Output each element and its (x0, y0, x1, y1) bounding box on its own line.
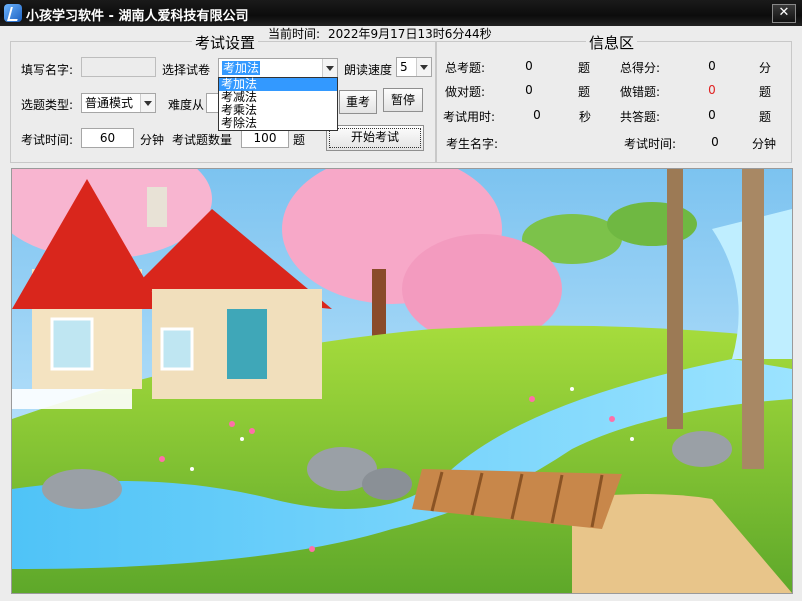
window-title: 小孩学习软件 - 湖南人爱科技有限公司 (26, 9, 249, 24)
total-questions-unit: 题 (578, 61, 591, 75)
question-count-input[interactable]: 100 (241, 128, 289, 148)
close-button[interactable]: ✕ (772, 4, 796, 23)
question-type-label: 选题类型: (21, 98, 74, 112)
info-exam-time-label: 考试时间: (624, 137, 677, 151)
current-time-value: 2022年9月17日13时6分44秒 (328, 27, 492, 41)
pause-button[interactable]: 暂停 (383, 88, 423, 112)
question-type-select[interactable]: 普通模式 (81, 93, 156, 113)
total-score-unit: 分 (759, 61, 772, 75)
difficulty-label: 难度从 (168, 98, 205, 112)
title-bar: 小孩学习软件 - 湖南人爱科技有限公司 ✕ (0, 0, 802, 26)
scenery-image (12, 169, 792, 593)
answered-unit: 题 (759, 110, 772, 124)
app-icon (4, 4, 22, 22)
question-count-label: 考试题数量 (172, 133, 233, 147)
exam-select-label: 选择试卷 (162, 63, 211, 77)
exam-select-value: 考加法 (222, 61, 261, 75)
wrong-unit: 题 (759, 85, 772, 99)
read-speed-label: 朗读速度 (344, 63, 393, 77)
question-type-value: 普通模式 (85, 96, 134, 110)
start-exam-button[interactable]: 开始考试 (326, 125, 424, 151)
total-questions-label: 总考题: (445, 61, 486, 75)
answered-value: 0 (708, 108, 716, 122)
time-used-label: 考试用时: (443, 110, 496, 124)
chevron-down-icon[interactable] (140, 94, 155, 112)
exam-option[interactable]: 考除法 (219, 117, 337, 130)
exam-time-input[interactable]: 60 (81, 128, 134, 148)
chevron-down-icon[interactable] (416, 58, 431, 76)
info-title: 信息区 (586, 32, 638, 53)
total-score-value: 0 (708, 59, 716, 73)
correct-label: 做对题: (445, 85, 486, 99)
total-questions-value: 0 (525, 59, 533, 73)
correct-unit: 题 (578, 85, 591, 99)
question-count-unit: 题 (293, 133, 306, 147)
time-used-value: 0 (533, 108, 541, 122)
current-time-label: 当前时间: (268, 27, 321, 41)
name-label: 填写名字: (21, 63, 74, 77)
exam-select-dropdown: 考加法 考减法 考乘法 考除法 (218, 77, 338, 131)
scenery-illustration (11, 168, 793, 594)
answered-label: 共答题: (620, 110, 661, 124)
wrong-value: 0 (708, 83, 716, 97)
time-used-unit: 秒 (579, 110, 592, 124)
correct-value: 0 (525, 83, 533, 97)
retake-button[interactable]: 重考 (339, 90, 377, 114)
chevron-down-icon[interactable] (322, 59, 337, 77)
exam-time-label: 考试时间: (21, 133, 74, 147)
info-exam-time-unit: 分钟 (752, 137, 777, 151)
info-exam-time-value: 0 (711, 135, 719, 149)
read-speed-value: 5 (400, 60, 408, 74)
read-speed-select[interactable]: 5 (396, 57, 432, 77)
total-score-label: 总得分: (620, 61, 661, 75)
wrong-label: 做错题: (620, 85, 661, 99)
exam-settings-title: 考试设置 (192, 32, 259, 53)
name-input[interactable] (81, 57, 156, 77)
student-name-label: 考生名字: (446, 137, 499, 151)
exam-select[interactable]: 考加法 (218, 58, 338, 78)
exam-time-unit: 分钟 (140, 133, 165, 147)
